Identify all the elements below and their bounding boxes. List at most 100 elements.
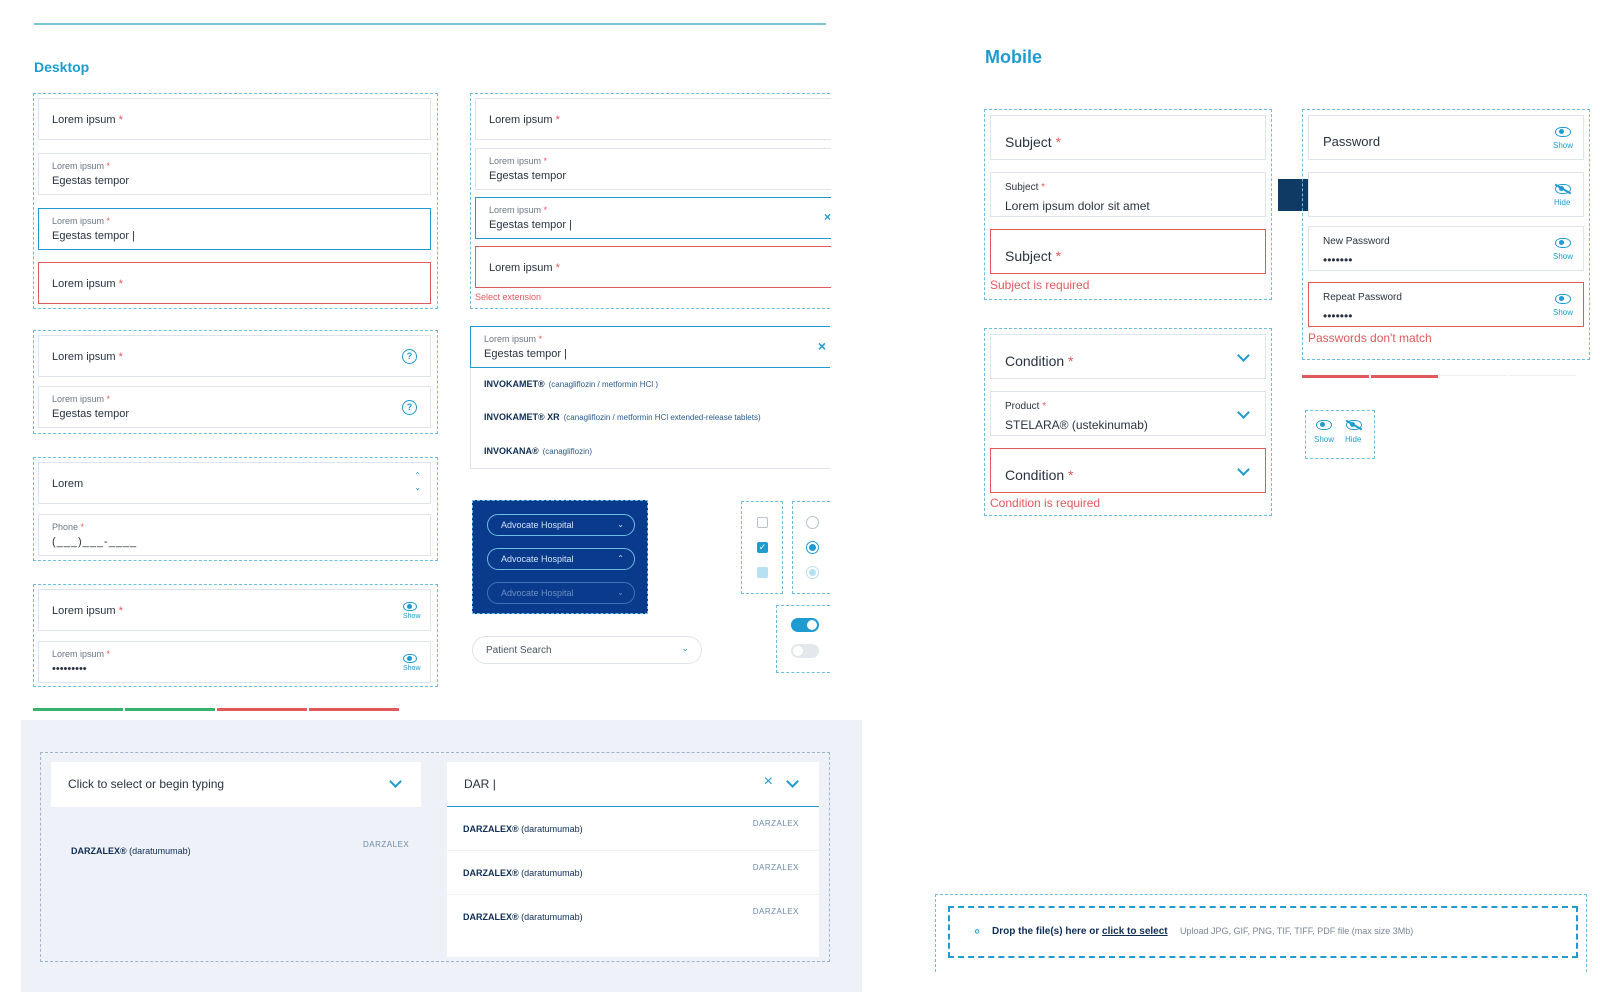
product-select[interactable]: Product * STELARA® (ustekinumab) (990, 391, 1266, 436)
floating-label: Lorem ipsum (52, 649, 105, 659)
masked-password: ••••••• (1323, 253, 1353, 267)
phone-mask: (___)___-____ (52, 536, 138, 548)
search-input[interactable]: DAR | × (447, 762, 819, 807)
question-circle-icon[interactable]: ? (402, 349, 417, 364)
hospital-select-open[interactable]: Advocate Hospital ⌃ (487, 548, 635, 570)
required-asterisk: * (106, 216, 111, 226)
chevron-down-icon[interactable] (786, 775, 799, 788)
option-name: INVOKAMET® (484, 379, 545, 389)
password-field-empty[interactable]: Lorem ipsum * Show (38, 589, 431, 631)
option-sub: (canagliflozin) (542, 447, 592, 456)
eye-icon (1555, 238, 1571, 248)
show-label: Show (403, 665, 421, 672)
radio-checked[interactable] (806, 541, 819, 554)
stepper-arrows[interactable]: ⌃ ⌄ (414, 470, 421, 494)
question-circle-icon[interactable]: ? (402, 400, 417, 415)
number-stepper-field[interactable]: Lorem ⌃ ⌄ (38, 462, 431, 504)
hide-label: Hide (1554, 198, 1571, 207)
new-password-field[interactable]: New Password ••••••• Show (1308, 226, 1584, 271)
strength-segment (309, 708, 399, 711)
desktop-title: Desktop (34, 59, 90, 75)
autocomplete-input[interactable]: Lorem ipsum * Egestas tempor | × (470, 326, 830, 368)
patient-search-select[interactable]: Patient Search ⌄ (472, 636, 702, 664)
check-icon: ✓ (758, 542, 767, 552)
top-divider (34, 23, 826, 25)
text-field-error[interactable]: Lorem ipsum * (38, 262, 431, 304)
field-label: Password (1323, 134, 1381, 149)
subject-field-filled[interactable]: Subject * Lorem ipsum dolor sit amet (990, 172, 1266, 217)
eye-icon (1555, 127, 1571, 137)
result-item[interactable]: DARZALEX® (daratumumab) DARZALEX (447, 896, 819, 939)
show-icon-sample: Show (1314, 420, 1336, 448)
desktop-help-fields-group: Lorem ipsum * ? Lorem ipsum * Egestas te… (33, 330, 438, 434)
text-field-with-help-filled[interactable]: Lorem ipsum * Egestas tempor ? (38, 386, 431, 428)
show-password-toggle[interactable]: Show (1551, 127, 1573, 153)
text-cursor: | (564, 348, 567, 360)
hospital-select[interactable]: Advocate Hospital ⌄ (487, 514, 635, 536)
option-sub: (canagliflozin / metformin HCl ) (548, 380, 659, 389)
toggle-knob (807, 620, 817, 630)
text-field-empty[interactable]: Lorem ipsum * (475, 98, 831, 140)
dropdown-option[interactable]: INVOKAMET® (canagliflozin / metformin HCl… (484, 379, 658, 389)
chevron-up-icon[interactable]: ⌃ (414, 470, 421, 482)
password-field-visible[interactable]: Hide (1308, 172, 1584, 217)
text-field-with-help[interactable]: Lorem ipsum * ? (38, 335, 431, 377)
text-field-filled[interactable]: Lorem ipsum * Egestas tempor (475, 148, 831, 190)
strength-segment (1371, 375, 1438, 378)
show-password-toggle[interactable]: Show (1551, 294, 1573, 320)
text-field-empty[interactable]: Lorem ipsum * (38, 98, 431, 140)
text-field-focused-clearable[interactable]: Lorem ipsum * Egestas tempor | × (475, 197, 831, 239)
result-item[interactable]: DARZALEX® (daratumumab) DARZALEX (447, 808, 819, 851)
radio-unchecked[interactable] (806, 516, 819, 529)
toggle-on[interactable] (791, 618, 819, 632)
search-value: DAR (464, 777, 490, 791)
text-field-filled[interactable]: Lorem ipsum * Egestas tempor (38, 153, 431, 195)
darzalex-logo: DARZALEX (363, 840, 410, 849)
select-value: Advocate Hospital (501, 554, 574, 564)
required-asterisk: * (538, 334, 543, 344)
checkbox-unchecked[interactable] (757, 517, 768, 528)
search-select-open: DAR | × DARZALEX® (daratumumab) DARZALEX… (447, 762, 819, 957)
field-value: Egestas tempor (489, 170, 567, 182)
file-dropzone[interactable]: ⚬ Drop the file(s) here or click to sele… (948, 906, 1578, 958)
close-icon[interactable]: × (764, 774, 773, 790)
required-asterisk: * (80, 522, 85, 532)
show-password-toggle[interactable]: Show (402, 602, 421, 622)
show-password-toggle[interactable]: Show (402, 654, 421, 674)
subject-field-error[interactable]: Subject * (990, 229, 1266, 274)
field-label: Condition (1005, 467, 1065, 483)
field-label: Lorem ipsum (52, 605, 116, 617)
strength-segment (217, 708, 307, 711)
floating-label: Phone (52, 522, 79, 532)
option-sub: (canagliflozin / metformin HCl extended-… (563, 413, 761, 422)
field-label: Condition (1005, 353, 1065, 369)
hide-password-toggle[interactable]: Hide (1551, 183, 1573, 210)
condition-select-error[interactable]: Condition * (990, 448, 1266, 493)
password-field[interactable]: Password Show (1308, 115, 1584, 160)
item-sub: (daratumumab) (521, 824, 583, 834)
phone-field[interactable]: Phone * (___)___-____ (38, 514, 431, 556)
item-sub: (daratumumab) (129, 846, 191, 856)
click-to-select-link[interactable]: click to select (1102, 926, 1168, 937)
dropdown-option[interactable]: INVOKANA® (canagliflozin) (484, 446, 592, 456)
chevron-down-icon[interactable]: ⌄ (414, 482, 421, 494)
condition-select[interactable]: Condition * (990, 334, 1266, 379)
show-password-toggle[interactable]: Show (1551, 238, 1573, 264)
subject-field-empty[interactable]: Subject * (990, 115, 1266, 160)
searchable-select[interactable]: Click to select or begin typing (51, 762, 421, 807)
text-field-error[interactable]: Lorem ipsum * (475, 246, 831, 288)
result-item[interactable]: DARZALEX® (daratumumab) DARZALEX (447, 852, 819, 895)
required-asterisk: * (106, 394, 111, 404)
close-icon[interactable]: × (818, 339, 826, 353)
eye-icon (403, 654, 417, 663)
password-field-filled[interactable]: Lorem ipsum * ••••••••• Show (38, 641, 431, 683)
text-field-focused[interactable]: Lorem ipsum * Egestas tempor | (38, 208, 431, 250)
toggle-knob (793, 646, 803, 656)
dropdown-option[interactable]: INVOKAMET® XR (canagliflozin / metformin … (484, 412, 761, 422)
close-icon[interactable]: × (824, 211, 831, 223)
floating-label: Lorem ipsum (52, 394, 105, 404)
toggle-off[interactable] (791, 644, 819, 658)
field-value: Egestas tempor (489, 219, 567, 231)
repeat-password-field-error[interactable]: Repeat Password ••••••• Show (1308, 282, 1584, 327)
checkbox-checked[interactable]: ✓ (757, 542, 768, 553)
